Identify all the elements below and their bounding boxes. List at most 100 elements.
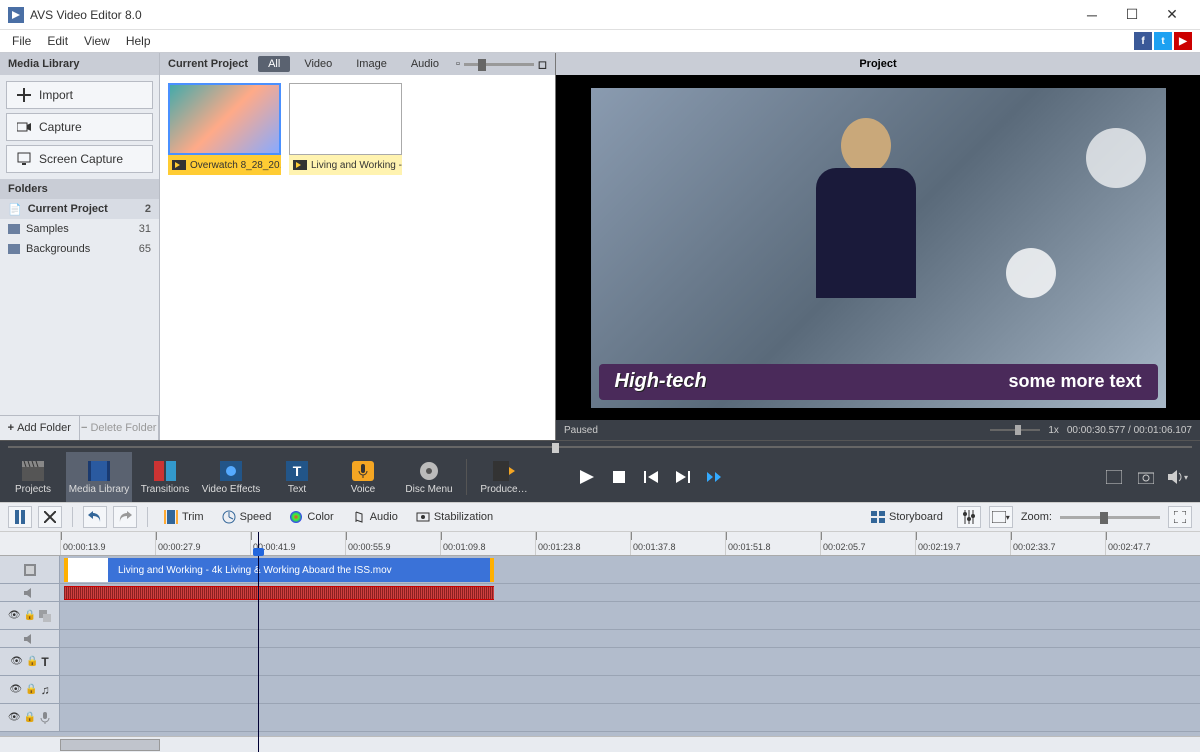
- menu-view[interactable]: View: [76, 32, 118, 50]
- document-icon: 📄: [8, 203, 22, 216]
- eye-icon[interactable]: 👁: [8, 712, 21, 723]
- audio-button[interactable]: Audio: [346, 510, 404, 524]
- folder-row[interactable]: Backgrounds 65: [0, 239, 159, 259]
- filter-audio[interactable]: Audio: [401, 56, 449, 72]
- lock-icon[interactable]: 🔒: [24, 712, 36, 723]
- projects-tab[interactable]: Projects: [0, 452, 66, 502]
- menu-file[interactable]: File: [4, 32, 39, 50]
- import-button[interactable]: Import: [6, 81, 153, 109]
- text-tab[interactable]: T Text: [264, 452, 330, 502]
- audio-track[interactable]: [0, 584, 1200, 602]
- media-library-tab[interactable]: Media Library: [66, 452, 132, 502]
- delete-folder-button[interactable]: −Delete Folder: [80, 416, 160, 440]
- video-effects-tab[interactable]: Video Effects: [198, 452, 264, 502]
- delete-button[interactable]: [38, 506, 62, 528]
- voice-tab[interactable]: Voice: [330, 452, 396, 502]
- disc-menu-tab[interactable]: Disc Menu: [396, 452, 462, 502]
- trim-button[interactable]: Trim: [158, 510, 210, 524]
- split-button[interactable]: [8, 506, 32, 528]
- menu-edit[interactable]: Edit: [39, 32, 76, 50]
- svg-text:T: T: [293, 463, 302, 479]
- next-button[interactable]: [673, 467, 693, 487]
- media-library-header: Media Library: [0, 53, 160, 75]
- lock-icon[interactable]: 🔒: [24, 610, 36, 621]
- time-ruler[interactable]: 00:00:13.9 00:00:27.9 00:00:41.9 00:00:5…: [0, 532, 1200, 556]
- transition-icon: [153, 460, 177, 482]
- playhead[interactable]: [258, 532, 259, 752]
- filter-video[interactable]: Video: [294, 56, 342, 72]
- produce-button[interactable]: Produce…: [471, 452, 537, 502]
- lock-icon[interactable]: 🔒: [25, 684, 37, 695]
- eye-icon[interactable]: 👁: [10, 656, 23, 667]
- storyboard-button[interactable]: Storyboard: [865, 511, 949, 523]
- youtube-icon[interactable]: ▶: [1174, 32, 1192, 50]
- facebook-icon[interactable]: f: [1134, 32, 1152, 50]
- playback-time: 00:00:30.577 / 00:01:06.107: [1067, 425, 1192, 436]
- add-folder-button[interactable]: +Add Folder: [0, 416, 80, 440]
- eye-icon[interactable]: 👁: [9, 684, 22, 695]
- filter-all[interactable]: All: [258, 56, 290, 72]
- filter-image[interactable]: Image: [346, 56, 397, 72]
- speed-button[interactable]: Speed: [216, 510, 278, 524]
- speaker-icon: [24, 633, 36, 645]
- overlay-track[interactable]: 👁 🔒: [0, 602, 1200, 630]
- video-preview[interactable]: High-tech some more text: [556, 75, 1200, 420]
- close-button[interactable]: ✕: [1152, 3, 1192, 27]
- fit-button[interactable]: [1168, 506, 1192, 528]
- mixer-icon[interactable]: [957, 506, 981, 528]
- text-icon: T: [285, 460, 309, 482]
- speed-slider[interactable]: [990, 429, 1040, 431]
- minimize-button[interactable]: ─: [1072, 3, 1112, 27]
- stop-button[interactable]: [609, 467, 629, 487]
- large-thumb-icon: ◻: [538, 58, 547, 71]
- folder-icon: [8, 224, 20, 234]
- screen-capture-button[interactable]: Screen Capture: [6, 145, 153, 173]
- lock-icon[interactable]: 🔒: [26, 656, 38, 667]
- snapshot-icon[interactable]: [1136, 467, 1156, 487]
- current-project-header: Current Project: [168, 58, 248, 70]
- main-toolbar: Projects Media Library Transitions Video…: [0, 452, 1200, 502]
- folder-row[interactable]: 📄 Current Project 2: [0, 199, 159, 219]
- undo-button[interactable]: [83, 506, 107, 528]
- stabilization-button[interactable]: Stabilization: [410, 510, 499, 524]
- clip-thumbnail[interactable]: Living and Working - …: [289, 83, 402, 175]
- audio-waveform[interactable]: [64, 586, 494, 600]
- zoom-slider[interactable]: [1060, 516, 1160, 519]
- music-track[interactable]: 👁 🔒 ♫: [0, 676, 1200, 704]
- small-thumb-icon: ▫: [456, 58, 460, 70]
- clip-thumbnail[interactable]: Overwatch 8_28_20…: [168, 83, 281, 175]
- timeline-clip[interactable]: Living and Working - 4k Living & Working…: [64, 558, 494, 582]
- color-button[interactable]: Color: [283, 510, 339, 524]
- scrub-bar[interactable]: [0, 440, 1200, 452]
- maximize-button[interactable]: ☐: [1112, 3, 1152, 27]
- video-track[interactable]: Living and Working - 4k Living & Working…: [0, 556, 1200, 584]
- timeline-scrollbar[interactable]: [0, 736, 1200, 752]
- clip-browser: Overwatch 8_28_20… Living and Working - …: [160, 75, 555, 440]
- step-button[interactable]: [705, 467, 725, 487]
- prev-button[interactable]: [641, 467, 661, 487]
- filmstrip-icon: [24, 564, 36, 576]
- text-track[interactable]: 👁 🔒 T: [0, 648, 1200, 676]
- edit-toolbar: Trim Speed Color Audio Stabilization Sto…: [0, 502, 1200, 532]
- monitor-icon: [17, 152, 31, 166]
- transitions-tab[interactable]: Transitions: [132, 452, 198, 502]
- redo-button[interactable]: [113, 506, 137, 528]
- twitter-icon[interactable]: t: [1154, 32, 1172, 50]
- fullscreen-icon[interactable]: [1104, 467, 1124, 487]
- voice-track[interactable]: 👁 🔒: [0, 704, 1200, 732]
- speaker-icon: [24, 587, 36, 599]
- window-title: AVS Video Editor 8.0: [30, 8, 1072, 22]
- subtitle-overlay: High-tech some more text: [599, 364, 1158, 400]
- thumbnail-size-slider[interactable]: ▫ ◻: [456, 58, 547, 71]
- overlay-audio-track[interactable]: [0, 630, 1200, 648]
- menu-bar: File Edit View Help f t ▶: [0, 30, 1200, 52]
- menu-help[interactable]: Help: [118, 32, 159, 50]
- capture-button[interactable]: Capture: [6, 113, 153, 141]
- camera-icon: [17, 120, 31, 134]
- overlay-icon: [39, 610, 51, 622]
- volume-icon[interactable]: ▾: [1168, 467, 1188, 487]
- aspect-icon[interactable]: ▾: [989, 506, 1013, 528]
- play-button[interactable]: [577, 467, 597, 487]
- folder-row[interactable]: Samples 31: [0, 219, 159, 239]
- eye-icon[interactable]: 👁: [8, 610, 21, 621]
